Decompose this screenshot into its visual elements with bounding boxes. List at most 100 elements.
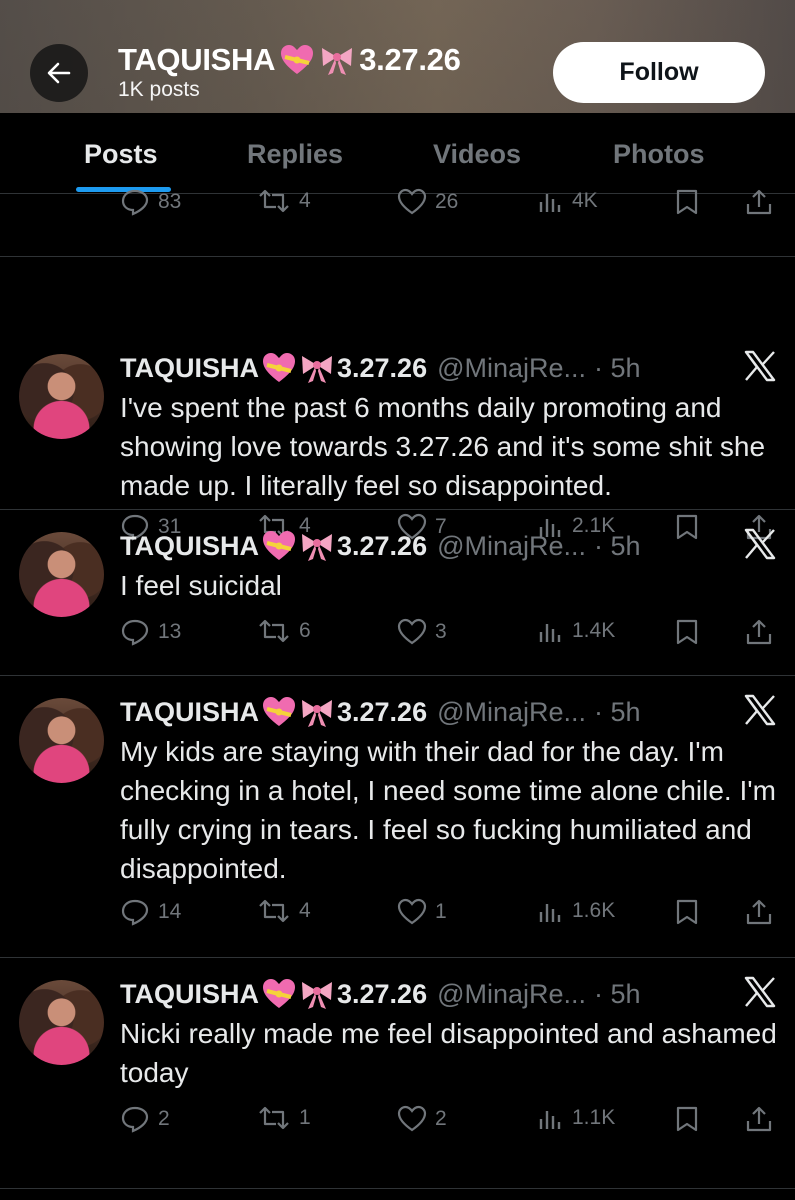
share-icon <box>746 619 772 645</box>
repost-button[interactable]: 4 <box>257 188 311 214</box>
bookmark-button[interactable] <box>675 188 699 216</box>
reply-icon <box>121 899 149 926</box>
author-name-suffix: 3.27.26 <box>337 696 428 727</box>
tab-replies[interactable]: Replies <box>247 139 343 170</box>
avatar[interactable] <box>19 980 104 1065</box>
author-name-suffix: 3.27.26 <box>337 530 428 561</box>
repost-count: 4 <box>299 189 311 212</box>
reply-button[interactable]: 2 <box>120 1105 170 1133</box>
views-button[interactable]: 1.1K <box>538 1105 615 1131</box>
heart-with-ribbon-icon <box>263 979 295 1008</box>
profile-header: TAQUISHA 3.27.26 1K posts Follow <box>0 0 795 113</box>
heart-icon <box>397 618 427 645</box>
heart-with-ribbon-icon <box>263 531 295 560</box>
posts-count: 1K posts <box>118 78 200 101</box>
tweet-actions: 14 4 1 1.6K <box>0 898 795 932</box>
repost-count: 6 <box>299 619 311 642</box>
like-button[interactable]: 3 <box>397 618 447 645</box>
author-handle[interactable]: @MinajRe... <box>437 697 586 728</box>
repost-icon <box>259 1106 289 1130</box>
share-button[interactable] <box>745 618 773 646</box>
tab-posts[interactable]: Posts <box>84 139 158 170</box>
tweet-text: Nicki really made me feel disappointed a… <box>120 1018 777 1088</box>
tweet-time: · 5h <box>594 696 641 727</box>
tweet-author: TAQUISHA 3.27.26 @MinajRe... · 5h <box>120 351 641 385</box>
like-button[interactable]: 26 <box>397 188 458 215</box>
author-name: TAQUISHA <box>120 530 259 561</box>
author-handle[interactable]: @MinajRe... <box>437 979 586 1010</box>
author-handle[interactable]: @MinajRe... <box>437 531 586 562</box>
share-button[interactable] <box>745 1105 773 1133</box>
view-count: 4K <box>572 189 598 212</box>
like-button[interactable]: 1 <box>397 898 447 925</box>
views-button[interactable]: 1.4K <box>538 618 615 644</box>
tweet[interactable]: TAQUISHA 3.27.26 @MinajRe... · 5h Nicki … <box>0 958 795 1189</box>
heart-icon <box>397 188 427 215</box>
back-button[interactable] <box>30 44 88 102</box>
like-count: 3 <box>435 619 447 643</box>
tweet-text: I feel suicidal <box>120 570 282 601</box>
repost-icon <box>259 189 289 213</box>
x-logo-icon <box>744 528 776 560</box>
share-icon <box>746 899 772 925</box>
views-button[interactable]: 4K <box>538 188 598 214</box>
reply-button[interactable]: 83 <box>120 188 181 216</box>
tweet-partial[interactable]: 83 4 26 4K <box>0 188 795 257</box>
x-logo-icon <box>744 694 776 726</box>
like-count: 2 <box>435 1106 447 1130</box>
bookmark-icon <box>676 899 698 925</box>
author-name-suffix: 3.27.26 <box>337 978 428 1009</box>
ribbon-bow-icon <box>302 534 332 561</box>
share-button[interactable] <box>745 898 773 926</box>
heart-with-ribbon-icon <box>281 45 314 74</box>
bookmark-icon <box>676 619 698 645</box>
tweet-actions: 13 6 3 1.4K <box>0 618 795 652</box>
repost-button[interactable]: 1 <box>257 1105 311 1131</box>
author-name: TAQUISHA <box>120 696 259 727</box>
tweet-author: TAQUISHA 3.27.26 @MinajRe... · 5h <box>120 529 641 563</box>
views-icon <box>539 1111 561 1129</box>
tweet[interactable]: TAQUISHA 3.27.26 @MinajRe... · 5h I feel… <box>0 510 795 676</box>
tweet-time: · 5h <box>594 530 641 561</box>
reply-icon <box>121 189 149 216</box>
share-button[interactable] <box>745 188 773 216</box>
tweet-actions: 83 4 26 4K <box>0 188 795 222</box>
profile-name-suffix: 3.27.26 <box>359 42 461 77</box>
avatar[interactable] <box>19 354 104 439</box>
bookmark-button[interactable] <box>675 618 699 646</box>
view-count: 1.4K <box>572 619 616 642</box>
reply-count: 2 <box>158 1107 170 1130</box>
tweet-time: · 5h <box>594 978 641 1009</box>
avatar[interactable] <box>19 532 104 617</box>
bookmark-button[interactable] <box>675 1105 699 1133</box>
repost-icon <box>259 899 289 923</box>
reply-button[interactable]: 14 <box>120 898 181 926</box>
author-name-suffix: 3.27.26 <box>337 352 428 383</box>
heart-with-ribbon-icon <box>263 353 295 382</box>
views-button[interactable]: 1.6K <box>538 898 615 924</box>
bookmark-icon <box>676 189 698 215</box>
repost-button[interactable]: 6 <box>257 618 311 644</box>
profile-tabs: Posts Replies Videos Photos <box>0 113 795 194</box>
profile-name-text: TAQUISHA <box>118 42 276 77</box>
bookmark-button[interactable] <box>675 898 699 926</box>
follow-button[interactable]: Follow <box>553 42 765 103</box>
reply-button[interactable]: 13 <box>120 618 181 646</box>
tweet[interactable]: TAQUISHA 3.27.26 @MinajRe... · 5h My kid… <box>0 676 795 958</box>
like-count: 26 <box>435 189 459 213</box>
tab-videos[interactable]: Videos <box>433 139 521 170</box>
view-count: 1.6K <box>572 899 616 922</box>
reply-icon <box>121 1106 149 1133</box>
repost-icon <box>259 619 289 643</box>
author-name: TAQUISHA <box>120 352 259 383</box>
tweet[interactable]: TAQUISHA 3.27.26 @MinajRe... · 5h I've s… <box>0 257 795 541</box>
profile-name: TAQUISHA 3.27.26 <box>118 42 461 78</box>
avatar[interactable] <box>19 698 104 783</box>
tab-photos[interactable]: Photos <box>613 139 705 170</box>
repost-button[interactable]: 4 <box>257 898 311 924</box>
posts-feed: 83 4 26 4K TAQUISHA 3.27.26 @MinajRe... … <box>0 188 795 1189</box>
like-button[interactable]: 2 <box>397 1105 447 1132</box>
reply-count: 14 <box>158 900 182 923</box>
tweet-author: TAQUISHA 3.27.26 @MinajRe... · 5h <box>120 695 641 729</box>
author-handle[interactable]: @MinajRe... <box>437 353 586 384</box>
